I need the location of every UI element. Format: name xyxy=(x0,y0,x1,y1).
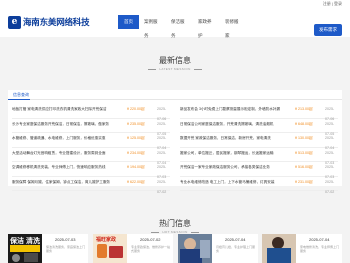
card-date: 2025-07-02 xyxy=(140,237,161,242)
site-header: e 海南东美网络科技 首页 案例服务 保洁服务 家政养护 装修搬家 发布需求 xyxy=(0,7,350,38)
news-list-left: 地板打蜡 家电清洗供应打印洗衣机清洗家政大扫除开荒保洁 ¥ 220.00起 2025… xyxy=(12,104,170,194)
hot-cards: 保洁 清洗 2025-07-03 保洁清洗服务，家庭保洁上门服务 福旺家政 20… xyxy=(8,234,342,263)
news-title[interactable]: 数据开荒 家政保洁服务，日常保洁，新房开荒，家电清洗 xyxy=(180,133,290,143)
news-price: ¥ 231.00起 xyxy=(295,179,313,184)
news-price: ¥ 125.00起 xyxy=(127,136,145,140)
news-row[interactable]: 空调维修移机清洗安装，专业师傅上门，快速响应服务热线 ¥ 194.00起 2025-… xyxy=(12,162,170,179)
logo-icon: e xyxy=(8,15,21,29)
news-row[interactable]: 专业水电维修改造 电工上门，上下水管马桶维修，灯具安装 ¥ 231.00起 2025… xyxy=(180,177,338,194)
top-bar: 注册 | 登录 xyxy=(0,0,350,7)
news-row[interactable]: 新品发布会 3小时免费上门勘察测量展示柜定制，外墙防水补漏 ¥ 213.00起 20… xyxy=(180,104,338,121)
latest-section-title: 最新信息 LATEST MESSION xyxy=(0,55,350,71)
card-thumbnail[interactable]: 保洁 清洗 xyxy=(8,234,42,263)
news-price: ¥ 516.00起 xyxy=(295,165,313,169)
news-title[interactable]: 服务保障 保姆月嫂，住家保姆，钟点工保洁，育儿嫂护工服务 xyxy=(12,177,122,187)
card-thumbnail[interactable] xyxy=(262,234,296,263)
tab-underline xyxy=(8,98,30,100)
news-title[interactable]: 大型活动舞台灯光音响租赁，专业搭建设计，服务周到全面 xyxy=(12,148,122,158)
nav-item-home[interactable]: 首页 xyxy=(118,15,139,29)
news-price: ¥ 648.00起 xyxy=(295,121,313,126)
hot-card[interactable]: 2025-07-04 月嫂育儿嫂，专业护理上门服务 xyxy=(178,234,258,263)
card-desc: 家电维修清洗，专业师傅上门服务 xyxy=(300,245,340,253)
latest-subtitle: LATEST MESSION xyxy=(159,67,191,71)
nav-item-case-service[interactable]: 案例服务 xyxy=(139,15,166,38)
news-title[interactable]: 水管维修、管道疏通、水电维修，上门服务，价格优惠实惠 xyxy=(12,133,122,143)
divider-left xyxy=(148,68,157,70)
nav-item-cleaning[interactable]: 保洁服务 xyxy=(166,15,193,38)
logo-text: 海南东美网络科技 xyxy=(23,18,90,28)
news-price: ¥ 213.00起 xyxy=(295,107,313,111)
news-row[interactable]: 开荒保洁一家专业家政保洁服务公司，承接各类保洁业务 ¥ 516.00起 2025-0… xyxy=(180,162,338,179)
news-price: ¥ 513.00起 xyxy=(295,150,313,155)
news-price: ¥ 622.00起 xyxy=(127,179,145,184)
hot-card[interactable]: 福旺家政 2025-07-02 专业家政保洁，维修养护一站式服务 xyxy=(93,234,173,263)
news-date: 2025-07-02 xyxy=(325,179,335,194)
news-title[interactable]: 地板打蜡 家电清洗供应打印洗衣机清洗家政大扫除开荒保洁 xyxy=(12,104,122,114)
card-date: 2025-07-04 xyxy=(225,237,246,242)
hot-section-title: 热门信息 HOT MESSION xyxy=(0,218,350,234)
news-price: ¥ 220.00起 xyxy=(127,107,145,111)
login-register-link[interactable]: 注册 | 登录 xyxy=(323,0,342,7)
news-row[interactable]: 服务保障 保姆月嫂，住家保姆，钟点工保洁，育儿嫂护工服务 ¥ 622.00起 202… xyxy=(12,177,170,194)
card-thumbnail[interactable] xyxy=(178,234,212,263)
news-row[interactable]: 长沙专业家庭保洁服务开荒保洁，日常保洁，擦玻璃，做家务 ¥ 235.00起 2025… xyxy=(12,119,170,136)
thumb-caption: 福旺家政 xyxy=(96,237,117,243)
card-desc: 专业家政保洁，维修养护一站式服务 xyxy=(131,245,171,253)
news-row[interactable]: 地板打蜡 家电清洗供应打印洗衣机清洗家政大扫除开荒保洁 ¥ 220.00起 2025… xyxy=(12,104,170,121)
news-row[interactable]: 大型活动舞台灯光音响租赁，专业搭建设计，服务周到全面 ¥ 234.00起 2025-… xyxy=(12,148,170,165)
latest-news-panel: 信息查询 地板打蜡 家电清洗供应打印洗衣机清洗家政大扫除开荒保洁 ¥ 220.00… xyxy=(8,90,342,194)
news-row[interactable]: 数据开荒 家政保洁服务，日常保洁，新房开荒，家电清洗 ¥ 130.00起 2025-… xyxy=(180,133,338,150)
news-tabs: 信息查询 xyxy=(8,90,342,100)
divider-left xyxy=(151,231,160,233)
latest-title: 最新信息 xyxy=(159,56,191,65)
divider-right xyxy=(193,68,202,70)
news-price: ¥ 130.00起 xyxy=(295,136,313,140)
news-row[interactable]: 水管维修、管道疏通、水电维修，上门服务，价格优惠实惠 ¥ 125.00起 2025-… xyxy=(12,133,170,150)
site-logo[interactable]: e 海南东美网络科技 xyxy=(8,15,90,29)
news-title[interactable]: 新品发布会 3小时免费上门勘察测量展示柜定制，外墙防水补漏 xyxy=(180,104,290,114)
card-date: 2025-07-03 xyxy=(55,237,76,242)
news-title[interactable]: 专业水电维修改造 电工上门，上下水管马桶维修，灯具安装 xyxy=(180,177,290,187)
news-row[interactable]: 搬家公司，单位搬迁，居民搬家，钢琴搬运，长途搬家运输 ¥ 513.00起 2025-… xyxy=(180,148,338,165)
news-row[interactable]: 日常保洁公司家庭保洁服务，开荒清洗擦玻璃，清洗油烟机 ¥ 648.00起 2025-… xyxy=(180,119,338,136)
card-date: 2025-07-04 xyxy=(309,237,330,242)
hot-card[interactable]: 2025-07-04 家电维修清洗，专业师傅上门服务 xyxy=(262,234,342,263)
nav-item-housekeeping[interactable]: 家政养护 xyxy=(193,15,220,38)
main-nav: 首页 案例服务 保洁服务 家政养护 装修搬家 xyxy=(118,15,247,38)
news-title[interactable]: 长沙专业家庭保洁服务开荒保洁，日常保洁，擦玻璃，做家务 xyxy=(12,119,122,129)
news-date: 2025-07-02 xyxy=(157,179,167,194)
card-desc: 月嫂育儿嫂，专业护理上门服务 xyxy=(216,245,256,253)
news-title[interactable]: 搬家公司，单位搬迁，居民搬家，钢琴搬运，长途搬家运输 xyxy=(180,148,290,158)
news-price: ¥ 235.00起 xyxy=(127,121,145,126)
news-price: ¥ 234.00起 xyxy=(127,150,145,155)
news-title[interactable]: 开荒保洁一家专业家政保洁服务公司，承接各类保洁业务 xyxy=(180,162,290,172)
divider-right xyxy=(190,231,199,233)
news-price: ¥ 194.00起 xyxy=(127,165,145,169)
hot-card[interactable]: 保洁 清洗 2025-07-03 保洁清洗服务，家庭保洁上门服务 xyxy=(8,234,88,263)
hot-title: 热门信息 xyxy=(159,219,191,228)
news-title[interactable]: 空调维修移机清洗安装，专业师傅上门，快速响应服务热线 xyxy=(12,162,122,172)
publish-request-button[interactable]: 发布需求 xyxy=(314,24,342,36)
news-title[interactable]: 日常保洁公司家庭保洁服务，开荒清洗擦玻璃，清洗油烟机 xyxy=(180,119,290,129)
card-thumbnail[interactable]: 福旺家政 xyxy=(93,234,127,263)
news-list-right: 新品发布会 3小时免费上门勘察测量展示柜定制，外墙防水补漏 ¥ 213.00起 20… xyxy=(180,104,338,194)
nav-item-moving[interactable]: 装修搬家 xyxy=(220,15,247,38)
card-desc: 保洁清洗服务，家庭保洁上门服务 xyxy=(46,245,86,253)
